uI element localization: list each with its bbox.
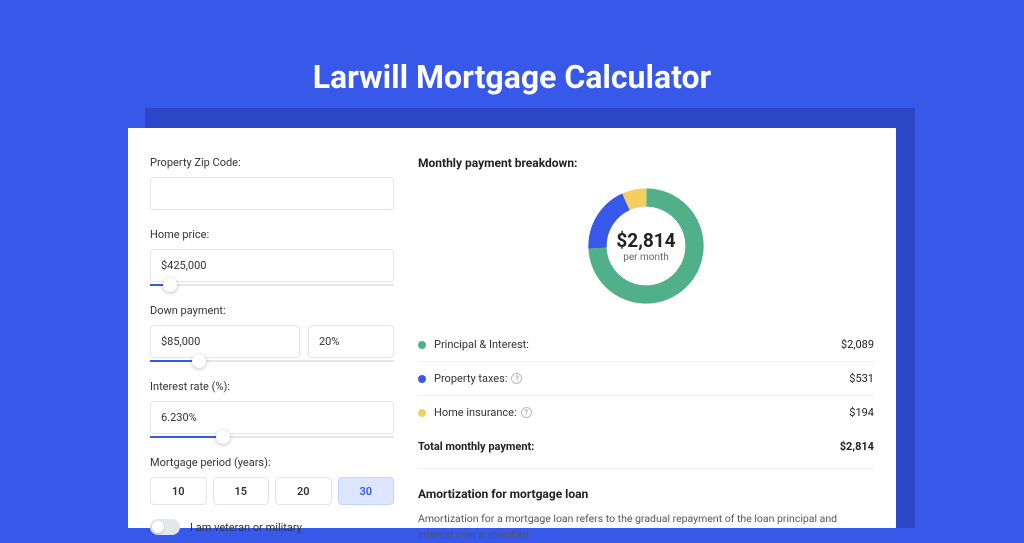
down-payment-label: Down payment: <box>150 304 394 317</box>
breakdown-panel: Monthly payment breakdown: $2,814 per mo… <box>418 156 874 500</box>
home-price-label: Home price: <box>150 228 394 241</box>
info-icon[interactable]: ? <box>511 373 522 384</box>
interest-field: Interest rate (%): <box>150 380 394 438</box>
home-price-field: Home price: <box>150 228 394 286</box>
interest-slider[interactable] <box>150 436 394 438</box>
form-panel: Property Zip Code: Home price: Down paym… <box>150 156 394 500</box>
period-option-30[interactable]: 30 <box>338 477 395 505</box>
legend-label: Home insurance:? <box>434 406 849 419</box>
legend-dot <box>418 375 426 383</box>
down-payment-amount-input[interactable] <box>150 325 300 358</box>
donut-center: $2,814 per month <box>616 229 675 263</box>
interest-input[interactable] <box>150 401 394 434</box>
down-payment-field: Down payment: <box>150 304 394 362</box>
legend-value: $531 <box>849 372 874 385</box>
zip-label: Property Zip Code: <box>150 156 394 169</box>
period-option-10[interactable]: 10 <box>150 477 207 505</box>
veteran-row: I am veteran or military <box>150 519 394 535</box>
interest-label: Interest rate (%): <box>150 380 394 393</box>
breakdown-title: Monthly payment breakdown: <box>418 156 874 170</box>
legend-row: Home insurance:?$194 <box>418 396 874 429</box>
down-payment-slider[interactable] <box>150 360 394 362</box>
legend-dot <box>418 409 426 417</box>
legend-row: Property taxes:?$531 <box>418 362 874 396</box>
period-label: Mortgage period (years): <box>150 456 394 469</box>
legend-value: $194 <box>849 406 874 419</box>
amortization-section: Amortization for mortgage loan Amortizat… <box>418 468 874 543</box>
info-icon[interactable]: ? <box>521 407 532 418</box>
legend-row: Principal & Interest:$2,089 <box>418 328 874 362</box>
donut-amount: $2,814 <box>616 229 675 252</box>
period-option-20[interactable]: 20 <box>275 477 332 505</box>
period-option-15[interactable]: 15 <box>213 477 270 505</box>
total-row: Total monthly payment: $2,814 <box>418 429 874 464</box>
donut-sub: per month <box>616 252 675 263</box>
veteran-label: I am veteran or military <box>190 521 302 534</box>
amortization-body: Amortization for a mortgage loan refers … <box>418 511 874 543</box>
donut-chart: $2,814 per month <box>418 182 874 310</box>
home-price-slider[interactable] <box>150 284 394 286</box>
veteran-toggle[interactable] <box>150 519 180 535</box>
zip-field: Property Zip Code: <box>150 156 394 210</box>
legend-label: Principal & Interest: <box>434 338 841 351</box>
down-payment-percent-input[interactable] <box>308 325 394 358</box>
legend-dot <box>418 341 426 349</box>
page-title: Larwill Mortgage Calculator <box>0 58 1024 96</box>
total-value: $2,814 <box>840 440 874 453</box>
calculator-card: Property Zip Code: Home price: Down paym… <box>128 128 896 528</box>
zip-input[interactable] <box>150 177 394 210</box>
period-field: Mortgage period (years): 10152030 <box>150 456 394 505</box>
legend-label: Property taxes:? <box>434 372 849 385</box>
amortization-title: Amortization for mortgage loan <box>418 487 874 501</box>
total-label: Total monthly payment: <box>418 440 840 453</box>
home-price-input[interactable] <box>150 249 394 282</box>
legend-value: $2,089 <box>841 338 874 351</box>
legend-list: Principal & Interest:$2,089Property taxe… <box>418 328 874 429</box>
